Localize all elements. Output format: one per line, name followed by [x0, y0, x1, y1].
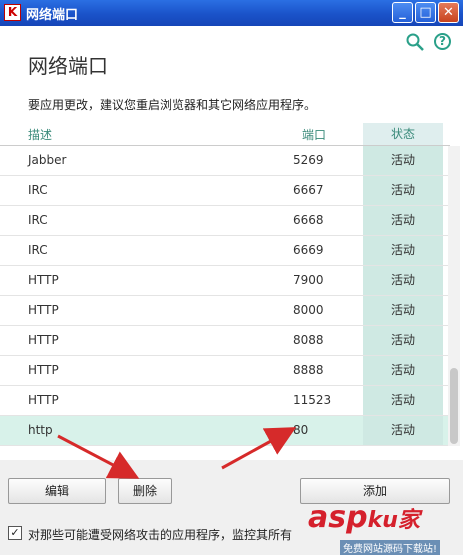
watermark-subtitle: 免费网站源码下载站! [340, 540, 441, 555]
cell-port: 80 [293, 423, 309, 437]
table-row[interactable]: HTTP 11523 活动 [0, 386, 450, 416]
cell-port: 5269 [293, 153, 324, 167]
page-title: 网络端口 [28, 54, 108, 78]
cell-port: 7900 [293, 273, 324, 287]
cell-description: Jabber [28, 153, 67, 167]
cell-description: http [28, 423, 53, 437]
cell-description: HTTP [28, 393, 59, 407]
table-row[interactable]: HTTP 8888 活动 [0, 356, 450, 386]
cell-port: 6667 [293, 183, 324, 197]
column-header-status[interactable]: 状态 [363, 123, 443, 145]
cell-description: HTTP [28, 273, 59, 287]
cell-description: HTTP [28, 363, 59, 377]
site-watermark-logo: aspku家 免费网站源码下载站! [300, 498, 463, 555]
table-row[interactable]: IRC 6669 活动 [0, 236, 450, 266]
kaspersky-logo-icon: K [4, 4, 21, 21]
port-table: Jabber 5269 活动 IRC 6667 活动 IRC 6668 活动 IRC 6669… [0, 146, 450, 448]
delete-button[interactable]: 删除 [118, 478, 172, 504]
header-tools: ? [391, 32, 451, 52]
table-row[interactable]: HTTP 8088 活动 [0, 326, 450, 356]
cell-status[interactable]: 活动 [363, 386, 443, 415]
search-icon[interactable] [405, 32, 425, 52]
scrollbar-thumb[interactable] [450, 368, 458, 444]
cell-port: 11523 [293, 393, 332, 407]
maximize-button[interactable]: □ [415, 2, 436, 23]
restart-notice: 要应用更改，建议您重启浏览器和其它网络应用程序。 [28, 98, 317, 112]
cell-description: HTTP [28, 303, 59, 317]
table-header: 描述 端口 状态 [0, 123, 450, 146]
title-bar: K 网络端口 _ □ ✕ [0, 0, 463, 26]
watermark-text: aspku家 [308, 500, 420, 535]
cell-status[interactable]: 活动 [363, 416, 443, 445]
cell-status[interactable]: 活动 [363, 356, 443, 385]
table-row[interactable]: IRC 6668 活动 [0, 206, 450, 236]
cell-status[interactable]: 活动 [363, 266, 443, 295]
cell-port: 6668 [293, 213, 324, 227]
cell-status[interactable]: 活动 [363, 176, 443, 205]
help-icon[interactable]: ? [434, 33, 451, 50]
monitor-checkbox[interactable]: ✓ [8, 526, 22, 540]
cell-description: IRC [28, 213, 48, 227]
table-row[interactable]: HTTP 8000 活动 [0, 296, 450, 326]
cell-description: HTTP [28, 333, 59, 347]
monitor-checkbox-label: 对那些可能遭受网络攻击的应用程序，监控其所有 [28, 528, 293, 542]
cell-port: 8000 [293, 303, 324, 317]
column-header-description[interactable]: 描述 [28, 126, 52, 143]
table-row[interactable]: Jabber 5269 活动 [0, 146, 450, 176]
window-title: 网络端口 [26, 8, 79, 23]
table-row-selected[interactable]: http 80 活动 [0, 416, 450, 446]
cell-status[interactable]: 活动 [363, 326, 443, 355]
table-row[interactable]: IRC 6667 活动 [0, 176, 450, 206]
cell-port: 8888 [293, 363, 324, 377]
cell-port: 8088 [293, 333, 324, 347]
monitor-option: ✓ 对那些可能遭受网络攻击的应用程序，监控其所有 [8, 524, 308, 544]
cell-status[interactable]: 活动 [363, 206, 443, 235]
minimize-button[interactable]: _ [392, 2, 413, 23]
cell-port: 6669 [293, 243, 324, 257]
table-row[interactable]: HTTP 7900 活动 [0, 266, 450, 296]
cell-status[interactable]: 活动 [363, 146, 443, 175]
cell-description: IRC [28, 243, 48, 257]
cell-description: IRC [28, 183, 48, 197]
vertical-scrollbar[interactable] [448, 146, 460, 446]
column-header-port[interactable]: 端口 [302, 126, 326, 143]
cell-status[interactable]: 活动 [363, 236, 443, 265]
close-button[interactable]: ✕ [438, 2, 459, 23]
cell-status[interactable]: 活动 [363, 296, 443, 325]
edit-button[interactable]: 编辑 [8, 478, 106, 504]
